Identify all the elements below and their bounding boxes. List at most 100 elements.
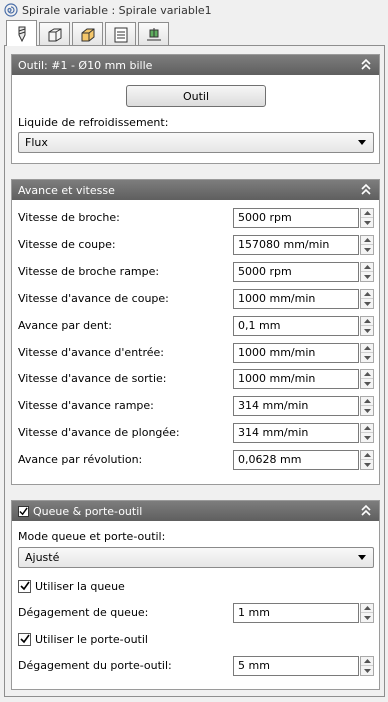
feed-field-input[interactable]: 0,1 mm — [233, 316, 359, 336]
feed-field-row: Vitesse d'avance de plongée: 314 mm/min — [18, 423, 374, 443]
use-shank-option[interactable]: Utiliser la queue — [18, 578, 125, 594]
feed-field-label: Vitesse d'avance d'entrée: — [18, 346, 165, 359]
spin-up-icon[interactable] — [361, 344, 373, 353]
tab-tool[interactable] — [6, 20, 37, 46]
spin-down-icon[interactable] — [361, 666, 373, 675]
spin-down-icon[interactable] — [361, 245, 373, 254]
feed-field-value: 5000 rpm — [238, 211, 292, 224]
feed-field-spinner[interactable] — [360, 289, 374, 309]
feed-field-spinner[interactable] — [360, 208, 374, 228]
tool-section-header[interactable]: Outil: #1 - Ø10 mm bille — [12, 55, 379, 75]
spin-down-icon[interactable] — [361, 406, 373, 415]
feed-field-row: Vitesse d'avance de sortie: 1000 mm/min — [18, 369, 374, 389]
tool-select-button[interactable]: Outil — [126, 85, 266, 107]
feed-field-label: Vitesse d'avance de plongée: — [18, 426, 180, 439]
feed-field-input[interactable]: 5000 rpm — [233, 208, 359, 228]
tab-linking[interactable] — [138, 22, 169, 46]
spin-up-icon[interactable] — [361, 209, 373, 218]
spin-up-icon[interactable] — [361, 317, 373, 326]
title-bar: Spirale variable : Spirale variable1 — [0, 0, 388, 20]
feed-field-spinner[interactable] — [360, 235, 374, 255]
tool-select-button-label: Outil — [182, 89, 210, 103]
feed-field-spinner[interactable] — [360, 262, 374, 282]
spin-up-icon[interactable] — [361, 263, 373, 272]
feed-field-label: Avance par révolution: — [18, 453, 143, 466]
holder-clearance-spinner[interactable] — [360, 656, 374, 676]
use-holder-checkbox[interactable] — [18, 632, 31, 646]
spin-up-icon[interactable] — [361, 424, 373, 433]
feed-field-label: Vitesse d'avance de sortie: — [18, 372, 167, 385]
feed-field-row: Vitesse de coupe: 157080 mm/min — [18, 235, 374, 255]
spin-down-icon[interactable] — [361, 613, 373, 622]
feed-field-row: Vitesse d'avance rampe: 314 mm/min — [18, 396, 374, 416]
feed-field-value: 0,1 mm — [238, 319, 281, 332]
feed-field-input[interactable]: 157080 mm/min — [233, 235, 359, 255]
spin-up-icon[interactable] — [361, 604, 373, 613]
use-shank-checkbox[interactable] — [18, 579, 31, 593]
spin-up-icon[interactable] — [361, 236, 373, 245]
spin-down-icon[interactable] — [361, 379, 373, 388]
feed-field-row: Vitesse d'avance de coupe: 1000 mm/min — [18, 289, 374, 309]
shank-clearance-input[interactable]: 1 mm — [233, 603, 359, 623]
window-title: Spirale variable : Spirale variable1 — [22, 3, 212, 17]
spin-up-icon[interactable] — [361, 657, 373, 666]
feed-field-spinner[interactable] — [360, 369, 374, 389]
feed-field-input[interactable]: 314 mm/min — [233, 396, 359, 416]
feed-field-input[interactable]: 5000 rpm — [233, 262, 359, 282]
shank-holder-section-header[interactable]: Queue & porte-outil — [12, 501, 379, 521]
spin-up-icon[interactable] — [361, 451, 373, 460]
tool-section-title: Outil: #1 - Ø10 mm bille — [18, 58, 153, 72]
tab-geometry[interactable] — [39, 22, 70, 46]
feed-field-value: 1000 mm/min — [238, 372, 316, 385]
spin-down-icon[interactable] — [361, 272, 373, 281]
holder-clearance-input[interactable]: 5 mm — [233, 656, 359, 676]
spin-down-icon[interactable] — [361, 299, 373, 308]
shank-clearance-label: Dégagement de queue: — [18, 606, 149, 619]
geometry-icon — [48, 28, 61, 41]
shank-mode-dropdown[interactable]: Ajusté — [18, 547, 374, 568]
feed-field-input[interactable]: 1000 mm/min — [233, 343, 359, 363]
use-holder-option[interactable]: Utiliser le porte-outil — [18, 631, 148, 647]
feed-field-spinner[interactable] — [360, 450, 374, 470]
coolant-dropdown[interactable]: Flux — [18, 132, 374, 153]
tool-icon — [18, 26, 25, 42]
spin-up-icon[interactable] — [361, 370, 373, 379]
shank-holder-enable-checkbox[interactable] — [18, 505, 29, 517]
feed-field-spinner[interactable] — [360, 396, 374, 416]
spin-down-icon[interactable] — [361, 460, 373, 469]
tab-passes[interactable] — [105, 22, 136, 46]
spin-down-icon[interactable] — [361, 218, 373, 227]
feeds-speeds-section-header[interactable]: Avance et vitesse — [12, 180, 379, 200]
feeds-speeds-section-title: Avance et vitesse — [18, 183, 115, 197]
collapse-icon[interactable] — [360, 183, 372, 196]
tab-heights[interactable] — [72, 22, 103, 46]
linking-icon — [146, 27, 161, 40]
feed-field-label: Avance par dent: — [18, 319, 112, 332]
collapse-icon[interactable] — [360, 58, 372, 71]
spin-down-icon[interactable] — [361, 353, 373, 362]
checkmark-icon — [19, 506, 28, 515]
spiral-icon — [4, 3, 18, 17]
tool-section: Outil: #1 - Ø10 mm bille Outil Liquide d… — [11, 54, 380, 164]
checkmark-icon — [19, 581, 30, 591]
feed-field-input[interactable]: 0,0628 mm — [233, 450, 359, 470]
feed-field-input[interactable]: 314 mm/min — [233, 423, 359, 443]
spin-down-icon[interactable] — [361, 433, 373, 442]
spin-up-icon[interactable] — [361, 397, 373, 406]
feed-field-spinner[interactable] — [360, 423, 374, 443]
feed-field-value: 5000 rpm — [238, 265, 292, 278]
tab-strip — [6, 20, 171, 46]
spin-down-icon[interactable] — [361, 326, 373, 335]
feed-field-spinner[interactable] — [360, 316, 374, 336]
spin-up-icon[interactable] — [361, 290, 373, 299]
feed-field-label: Vitesse de broche rampe: — [18, 265, 160, 278]
use-shank-label: Utiliser la queue — [35, 579, 125, 593]
shank-clearance-spinner[interactable] — [360, 603, 374, 623]
feed-field-input[interactable]: 1000 mm/min — [233, 369, 359, 389]
feed-field-spinner[interactable] — [360, 343, 374, 363]
feed-field-input[interactable]: 1000 mm/min — [233, 289, 359, 309]
collapse-icon[interactable] — [360, 504, 372, 517]
chevron-down-icon — [358, 555, 366, 560]
feed-field-row: Vitesse d'avance d'entrée: 1000 mm/min — [18, 343, 374, 363]
feed-field-label: Vitesse d'avance de coupe: — [18, 292, 169, 305]
